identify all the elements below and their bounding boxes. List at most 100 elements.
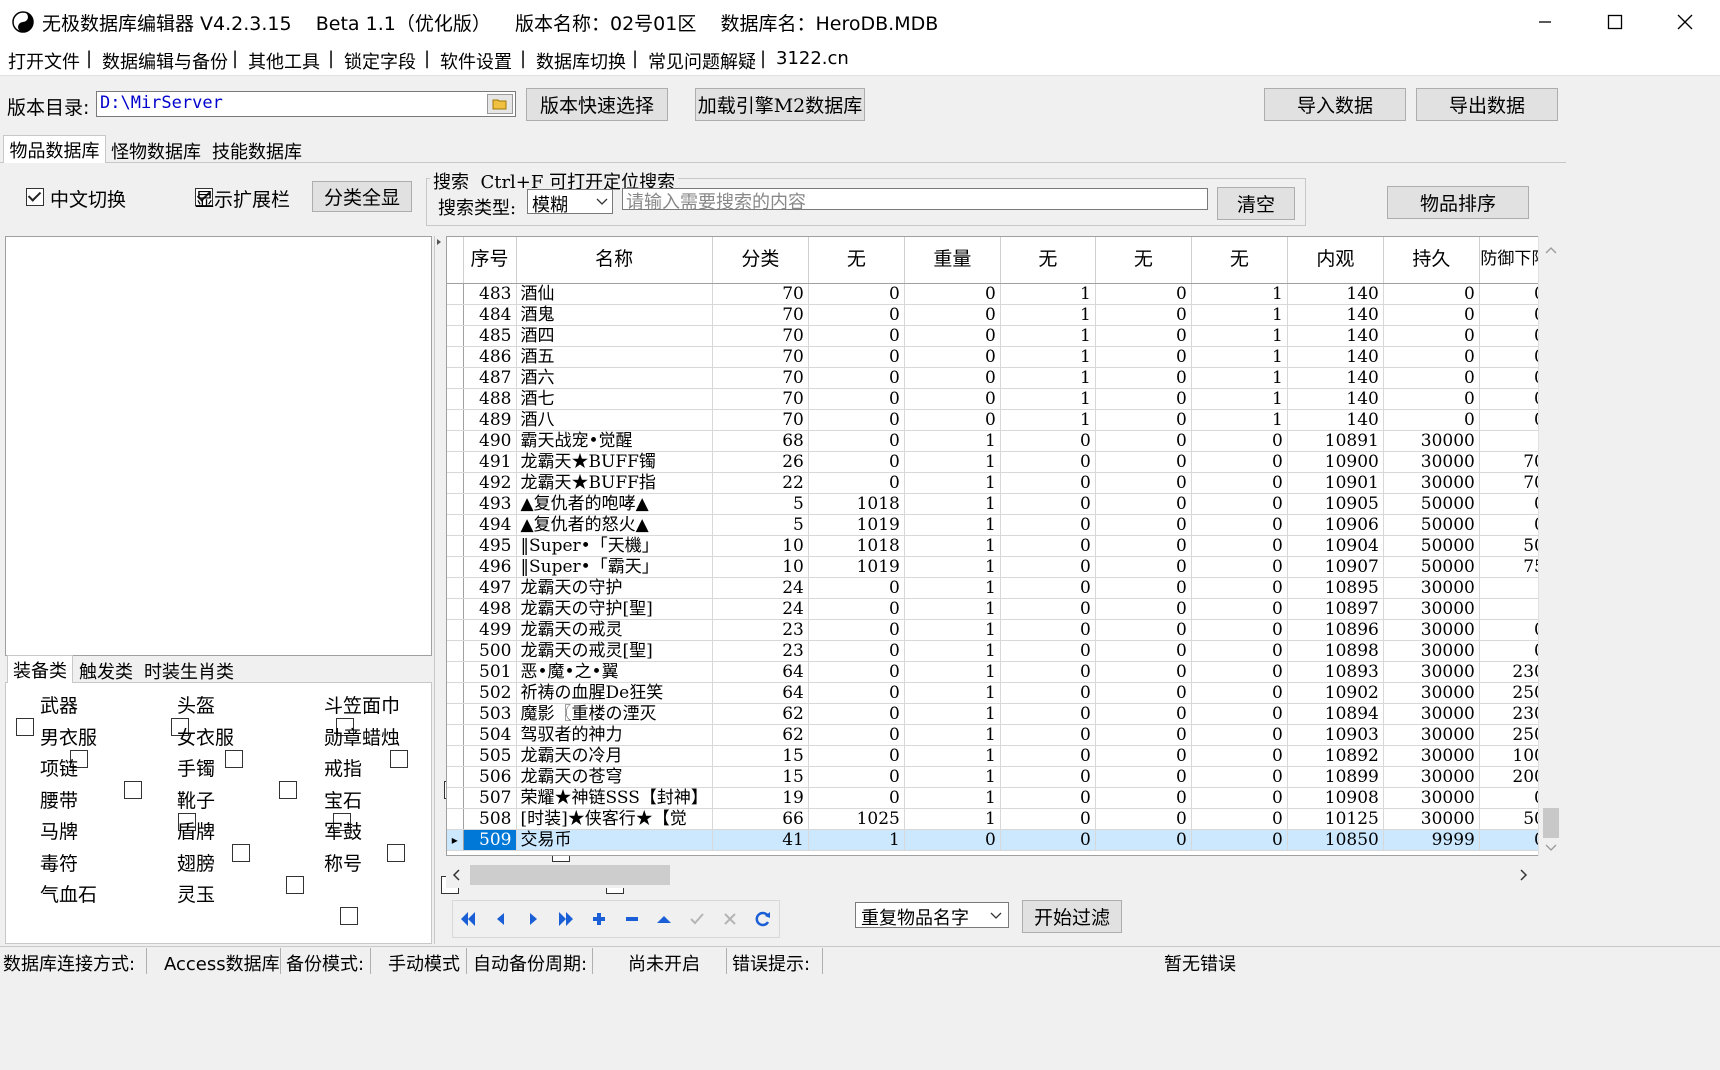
cell-weight[interactable]: 1 [904,682,1001,704]
cell-durability[interactable]: 30000 [1383,577,1480,599]
cell-none-2[interactable]: 1 [1000,283,1096,305]
cell-name[interactable]: 荣耀★神链SSS【封神】 [516,787,713,809]
horizontal-scroll-thumb[interactable] [470,865,670,885]
row-indicator[interactable] [447,388,464,410]
cell-looks[interactable]: 140 [1287,346,1384,368]
cell-none-4[interactable]: 0 [1191,682,1288,704]
cell-weight[interactable]: 1 [904,535,1001,557]
column-header-col-index[interactable]: 序号 [463,237,517,284]
cell-none-4[interactable]: 1 [1191,409,1288,431]
row-indicator[interactable] [447,283,464,305]
table-row[interactable]: 485酒四700010114000 [447,325,1550,347]
cell-weight[interactable]: 0 [904,829,1001,851]
cell-none-1[interactable]: 0 [808,724,905,746]
cell-durability[interactable]: 50000 [1383,514,1480,536]
cell-weight[interactable]: 0 [904,283,1001,305]
vertical-scrollbar[interactable] [1538,236,1562,856]
last-icon[interactable] [554,908,578,930]
cell-weight[interactable]: 1 [904,556,1001,578]
cell-none-1[interactable]: 1019 [808,556,905,578]
cell-name[interactable]: 龙霸天の戒灵[聖] [516,640,713,662]
cell-weight[interactable]: 0 [904,304,1001,326]
cell-index[interactable]: 497 [463,577,517,599]
cell-looks[interactable]: 10901 [1287,472,1384,494]
cell-none-1[interactable]: 0 [808,766,905,788]
cell-durability[interactable]: 0 [1383,409,1480,431]
cell-index[interactable]: 484 [463,304,517,326]
menu-website[interactable]: 3122.cn [776,48,849,69]
cell-none-4[interactable]: 0 [1191,724,1288,746]
cell-name[interactable]: 龙霸天の苍穹 [516,766,713,788]
row-indicator[interactable] [447,304,464,326]
cell-none-2[interactable]: 0 [1000,472,1096,494]
cell-index[interactable]: 485 [463,325,517,347]
cell-none-4[interactable]: 1 [1191,304,1288,326]
cell-none-1[interactable]: 0 [808,745,905,767]
cell-none-4[interactable]: 0 [1191,808,1288,830]
tab-trigger[interactable]: 触发类 [75,657,137,685]
cell-none-1[interactable]: 0 [808,472,905,494]
export-button[interactable]: 导出数据 [1416,88,1558,121]
cell-none-4[interactable]: 0 [1191,766,1288,788]
cell-none-2[interactable]: 0 [1000,766,1096,788]
cell-durability[interactable]: 0 [1383,283,1480,305]
sort-items-button[interactable]: 物品排序 [1387,186,1529,219]
cell-weight[interactable]: 0 [904,325,1001,347]
cell-index[interactable]: 496 [463,556,517,578]
tab-items-db[interactable]: 物品数据库 [3,135,106,163]
cell-looks[interactable]: 10893 [1287,661,1384,683]
cell-looks[interactable]: 140 [1287,283,1384,305]
cell-weight[interactable]: 1 [904,661,1001,683]
cell-looks[interactable]: 10850 [1287,829,1384,851]
cell-looks[interactable]: 10896 [1287,619,1384,641]
cell-durability[interactable]: 30000 [1383,661,1480,683]
cell-name[interactable]: 恶•魔•之•翼 [516,661,713,683]
delete-icon[interactable] [620,908,644,930]
cell-none-3[interactable]: 0 [1095,766,1192,788]
add-icon[interactable] [587,908,611,930]
minimize-button[interactable] [1510,0,1580,44]
clear-search-button[interactable]: 清空 [1217,187,1295,220]
row-indicator[interactable] [447,367,464,389]
category-checkbox[interactable] [286,875,304,894]
cell-durability[interactable]: 30000 [1383,766,1480,788]
filter-type-select[interactable]: 重复物品名字 [855,902,1009,929]
cell-looks[interactable]: 10902 [1287,682,1384,704]
cell-category[interactable]: 62 [712,703,809,725]
cell-none-2[interactable]: 0 [1000,556,1096,578]
cell-none-2[interactable]: 0 [1000,598,1096,620]
cell-none-3[interactable]: 0 [1095,514,1192,536]
column-header-col-name[interactable]: 名称 [516,237,713,284]
cell-durability[interactable]: 30000 [1383,619,1480,641]
cell-category[interactable]: 70 [712,388,809,410]
cell-none-3[interactable]: 0 [1095,430,1192,452]
cell-none-2[interactable]: 0 [1000,808,1096,830]
row-indicator[interactable] [447,745,464,767]
cell-none-2[interactable]: 0 [1000,661,1096,683]
cell-category[interactable]: 5 [712,493,809,515]
cell-category[interactable]: 23 [712,619,809,641]
cell-weight[interactable]: 1 [904,766,1001,788]
cell-none-2[interactable]: 0 [1000,640,1096,662]
cell-durability[interactable]: 30000 [1383,682,1480,704]
row-indicator[interactable] [447,640,464,662]
row-indicator[interactable] [447,451,464,473]
cell-index[interactable]: 507 [463,787,517,809]
category-checkbox[interactable] [124,781,142,799]
table-row[interactable]: 483酒仙700010114000 [447,283,1550,305]
table-row[interactable]: 503 魔影〖重楼の湮灭 62 0 1 0 0 0 10894 30000 230 [447,703,1550,725]
menu-lock-fields[interactable]: 锁定字段 [344,48,416,74]
row-indicator[interactable] [447,766,464,788]
menu-settings[interactable]: 软件设置 [440,48,512,74]
start-filter-button[interactable]: 开始过滤 [1022,900,1122,933]
table-row[interactable]: 496 ‖Super•「霸天」 10 1019 1 0 0 0 10907 50000 75 [447,556,1550,578]
column-header-col-durability[interactable]: 持久 [1383,237,1480,284]
table-row[interactable]: 497 龙霸天の守护 24 0 1 0 0 0 10895 30000 [447,577,1550,599]
table-row[interactable]: 490 霸天战宠•觉醒 68 0 1 0 0 0 10891 30000 [447,430,1550,452]
cell-none-2[interactable]: 0 [1000,451,1096,473]
scroll-up-icon[interactable] [1545,246,1557,254]
row-indicator[interactable] [447,346,464,368]
maximize-button[interactable] [1580,0,1650,44]
cell-index[interactable]: 508 [463,808,517,830]
cell-category[interactable]: 70 [712,283,809,305]
